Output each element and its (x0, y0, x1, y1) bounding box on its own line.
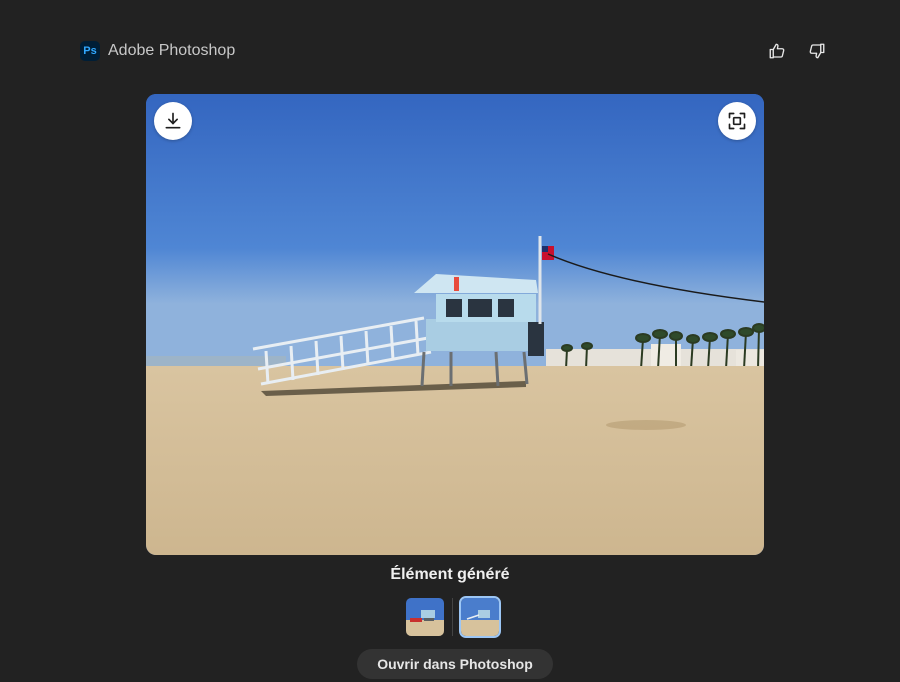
thumbs-up-icon (769, 43, 785, 59)
open-in-photoshop-button[interactable]: Ouvrir dans Photoshop (357, 649, 553, 679)
app-name: Adobe Photoshop (108, 42, 236, 59)
thumbnail-original-image (406, 598, 444, 636)
thumbs-down-icon (809, 43, 825, 59)
fullscreen-button[interactable] (718, 102, 756, 140)
thumbnail-divider (452, 598, 453, 636)
photoshop-logo: Ps (80, 41, 100, 61)
beach-lifeguard-tower-photo (146, 94, 764, 555)
thumbs-down-button[interactable] (806, 38, 828, 64)
thumbnail-generated[interactable] (459, 596, 501, 638)
download-button[interactable] (154, 102, 192, 140)
image-caption: Élément généré (390, 566, 510, 583)
feedback-controls (766, 38, 828, 64)
generated-image (146, 94, 764, 555)
thumbnail-original[interactable] (406, 598, 444, 636)
thumbnail-generated-image (461, 598, 499, 636)
download-icon (165, 112, 181, 129)
thumbnail-strip (406, 596, 501, 638)
thumbs-up-button[interactable] (766, 38, 788, 64)
fullscreen-icon (728, 112, 746, 130)
app-header: Ps Adobe Photoshop (80, 38, 235, 64)
